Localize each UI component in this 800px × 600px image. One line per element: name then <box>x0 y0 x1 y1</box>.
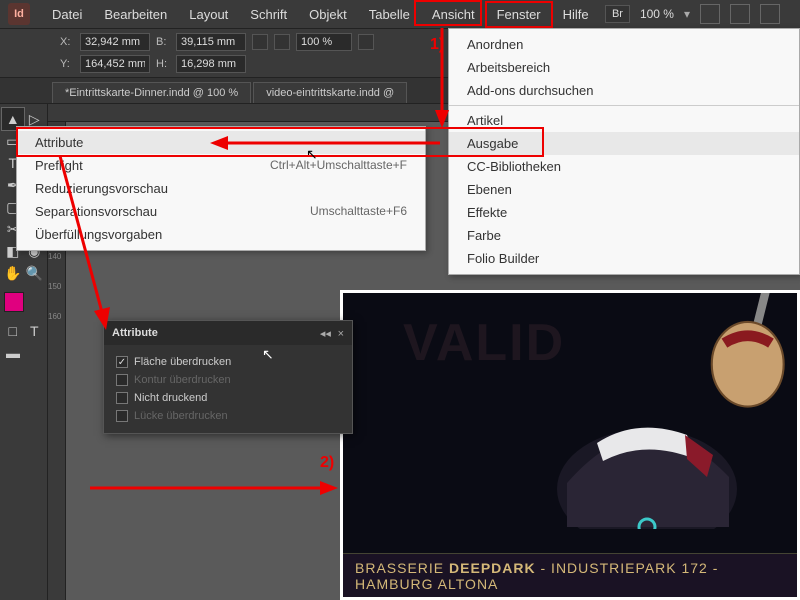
arrow-2 <box>90 478 340 502</box>
checkbox-icon[interactable] <box>116 392 128 404</box>
menu-folio[interactable]: Folio Builder <box>449 247 799 270</box>
input-w[interactable] <box>176 33 246 51</box>
menu-bearbeiten[interactable]: Bearbeiten <box>94 3 177 26</box>
label-x: X: <box>60 36 74 48</box>
app-icon: Id <box>8 3 30 25</box>
swatch-area <box>2 290 45 314</box>
arrow-to-panel <box>42 156 112 336</box>
attribute-panel-header[interactable]: Attribute ◂◂ × <box>104 321 352 345</box>
input-x[interactable] <box>80 33 150 51</box>
label-h: H: <box>156 58 170 70</box>
cursor-icon: ↖ <box>262 346 274 363</box>
menu-cc-bibliotheken[interactable]: CC-Bibliotheken <box>449 155 799 178</box>
tool-hand[interactable]: ✋ <box>2 262 24 284</box>
menu-separator <box>449 105 799 106</box>
chk-nicht-druckend[interactable]: Nicht druckend <box>116 389 340 407</box>
preview-valid-text: VALID <box>403 313 565 373</box>
menu-farbe[interactable]: Farbe <box>449 224 799 247</box>
attribute-panel: Attribute ◂◂ × Fläche überdrucken Kontur… <box>103 320 353 434</box>
menu-arbeitsbereich[interactable]: Arbeitsbereich <box>449 56 799 79</box>
cursor-icon: ↖ <box>306 146 318 163</box>
rotate-icon[interactable] <box>358 34 374 50</box>
chk-flaeche[interactable]: Fläche überdrucken <box>116 353 340 371</box>
attribute-panel-title: Attribute <box>112 327 158 339</box>
menubar-right: Br 100 % ▾ <box>605 4 800 24</box>
document-preview: VALID BRASSERIE DEEPDARK - INDUSTRIEPARK… <box>340 290 800 600</box>
input-h[interactable] <box>176 55 246 73</box>
input-y[interactable] <box>80 55 150 73</box>
annotation-label-2: 2) <box>320 454 334 472</box>
view-icon-3[interactable] <box>760 4 780 24</box>
tab-1[interactable]: *Eintrittskarte-Dinner.indd @ 100 % <box>52 82 251 103</box>
input-scale[interactable] <box>296 33 352 51</box>
tool-mode-1[interactable]: □ <box>2 320 24 342</box>
link-icon[interactable] <box>252 34 268 50</box>
checkbox-icon[interactable] <box>116 356 128 368</box>
annotation-box-attribute <box>16 127 544 157</box>
panel-collapse-icon[interactable]: ◂◂ <box>320 328 331 340</box>
menu-anordnen[interactable]: Anordnen <box>449 33 799 56</box>
attribute-panel-body: Fläche überdrucken Kontur überdrucken Ni… <box>104 345 352 433</box>
cork-graphic <box>703 290 800 415</box>
zoom-chevron-icon[interactable]: ▾ <box>684 7 690 21</box>
menu-tabelle[interactable]: Tabelle <box>359 3 420 26</box>
preview-footer: BRASSERIE DEEPDARK - INDUSTRIEPARK 172 -… <box>343 553 797 597</box>
tool-screen[interactable]: ▬ <box>2 342 24 364</box>
label-w: B: <box>156 36 170 48</box>
menu-addons[interactable]: Add-ons durchsuchen <box>449 79 799 102</box>
fill-swatch[interactable] <box>4 292 24 312</box>
chk-kontur: Kontur überdrucken <box>116 371 340 389</box>
menubar: Id Datei Bearbeiten Layout Schrift Objek… <box>0 0 800 28</box>
scale-icon[interactable] <box>274 34 290 50</box>
menu-layout[interactable]: Layout <box>179 3 238 26</box>
preview-footer-text: BRASSERIE DEEPDARK - INDUSTRIEPARK 172 -… <box>355 560 785 592</box>
checkbox-icon <box>116 374 128 386</box>
checkbox-icon <box>116 410 128 422</box>
helmet-graphic <box>537 399 737 529</box>
view-icon-2[interactable] <box>730 4 750 24</box>
menu-fenster[interactable]: Fenster <box>487 3 551 26</box>
zoom-level[interactable]: 100 % <box>640 7 674 21</box>
annotation-label-1: 1) <box>430 36 444 54</box>
menu-schrift[interactable]: Schrift <box>240 3 297 26</box>
label-y: Y: <box>60 58 74 70</box>
menu-datei[interactable]: Datei <box>42 3 92 26</box>
menu-effekte[interactable]: Effekte <box>449 201 799 224</box>
view-icon-1[interactable] <box>700 4 720 24</box>
chk-luecke: Lücke überdrucken <box>116 407 340 425</box>
tab-2[interactable]: video-eintrittskarte.indd @ <box>253 82 407 103</box>
bridge-badge[interactable]: Br <box>605 5 630 23</box>
menu-hilfe[interactable]: Hilfe <box>553 3 599 26</box>
menu-ebenen[interactable]: Ebenen <box>449 178 799 201</box>
annotation-box-fenster <box>414 0 482 26</box>
panel-close-icon[interactable]: × <box>338 328 344 340</box>
menu-objekt[interactable]: Objekt <box>299 3 357 26</box>
